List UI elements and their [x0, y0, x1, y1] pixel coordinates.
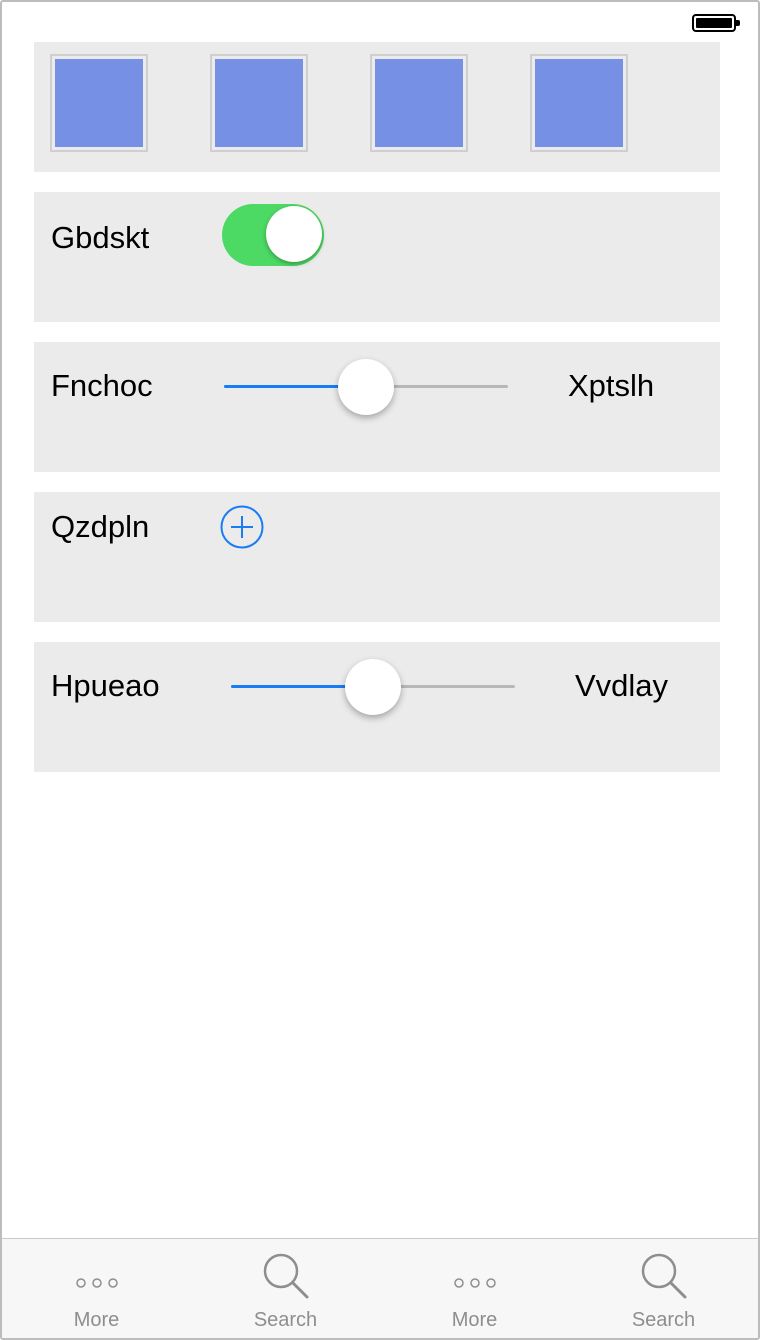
toggle-knob [266, 206, 322, 262]
slider-1[interactable] [224, 357, 508, 417]
tab-label: Search [631, 1309, 696, 1331]
slider-row-1-label: Fnchoc [51, 368, 153, 403]
more-icon [75, 1278, 118, 1288]
tab-label: More [451, 1309, 498, 1331]
tab-search-2[interactable]: Search [569, 1239, 758, 1338]
slider-row-1-value: Xptslh [568, 368, 655, 403]
search-icon [263, 1253, 308, 1299]
slider-row-2-value: Vvdlay [575, 668, 669, 703]
slider-row-1: Fnchoc Xptslh [34, 342, 720, 472]
slider-knob[interactable] [345, 659, 401, 715]
slider-knob[interactable] [338, 359, 394, 415]
search-icon [641, 1253, 686, 1299]
battery-fill [696, 18, 732, 28]
tab-more-1[interactable]: More [2, 1239, 191, 1338]
slider-row-2-label: Hpueao [51, 668, 160, 703]
thumbnail-2[interactable] [210, 54, 308, 152]
thumbnail-gallery [34, 42, 720, 172]
toggle-switch[interactable] [222, 204, 324, 266]
battery-icon [692, 14, 740, 32]
thumbnail-4[interactable] [530, 54, 628, 152]
thumbnail-3[interactable] [370, 54, 468, 152]
tab-bar: More Search More Search [2, 1238, 758, 1338]
toggle-row-label: Gbdskt [51, 220, 150, 255]
plus-circle-icon[interactable] [220, 505, 264, 549]
thumbnail-1[interactable] [50, 54, 148, 152]
tab-label: More [73, 1309, 120, 1331]
add-row: Qzdpln [34, 492, 720, 622]
more-icon [453, 1278, 496, 1288]
add-row-label: Qzdpln [51, 509, 150, 544]
slider-2[interactable] [231, 657, 515, 717]
tab-more-2[interactable]: More [380, 1239, 569, 1338]
tab-search-1[interactable]: Search [191, 1239, 380, 1338]
app-screen: Gbdskt Fnchoc Xptslh Qzdpln Hpueao Vvdla [0, 0, 760, 1340]
tab-label: Search [253, 1309, 318, 1331]
toggle-row: Gbdskt [34, 192, 720, 322]
slider-row-2: Hpueao Vvdlay [34, 642, 720, 772]
